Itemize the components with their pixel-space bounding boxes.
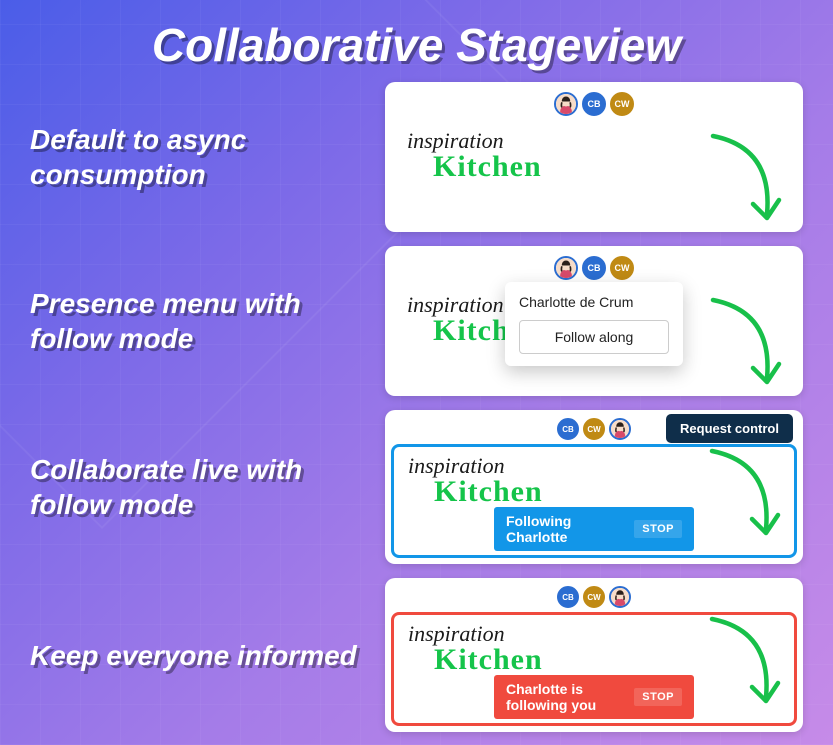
whiteboard-canvas[interactable]: inspiration Kitchen	[393, 122, 795, 222]
avatar-cw[interactable]: CW	[610, 256, 634, 280]
row-2-label: Presence menu with follow mode	[30, 246, 385, 396]
row-3-label: Collaborate live with follow mode	[30, 410, 385, 564]
row-1-label: Default to async consumption	[30, 82, 385, 232]
avatar-cb[interactable]: CB	[582, 92, 606, 116]
stop-followed-button[interactable]: STOP	[634, 688, 682, 706]
avatar-photo[interactable]	[554, 256, 578, 280]
followed-status-pill: Charlotte is following you STOP	[494, 675, 694, 719]
stop-following-button[interactable]: STOP	[634, 520, 682, 538]
presence-avatars: CB CW	[391, 584, 797, 612]
follow-along-button[interactable]: Follow along	[519, 320, 669, 354]
avatar-cw[interactable]: CW	[583, 586, 605, 608]
presence-avatars: CB CW Request control	[391, 416, 797, 444]
follow-frame: inspiration Kitchen Following Charlotte …	[391, 444, 797, 558]
popover-user-name: Charlotte de Crum	[519, 294, 669, 310]
stageview-card-presence: CB CW Charlotte de Crum Follow along ins…	[385, 246, 803, 396]
stageview-card-default: CB CW inspiration Kitchen	[385, 82, 803, 232]
following-status-pill: Following Charlotte STOP	[494, 507, 694, 551]
handwriting-word-2: Kitchen	[434, 475, 784, 509]
row-4-label: Keep everyone informed	[30, 578, 385, 732]
handwriting-word-2: Kitchen	[434, 643, 784, 677]
avatar-cw[interactable]: CW	[610, 92, 634, 116]
presence-popover: Charlotte de Crum Follow along	[505, 282, 683, 366]
avatar-cw[interactable]: CW	[583, 418, 605, 440]
stageview-card-follow: CB CW Request control inspiration Kitche…	[385, 410, 803, 564]
avatar-photo[interactable]	[609, 586, 631, 608]
avatar-cb[interactable]: CB	[582, 256, 606, 280]
avatar-photo[interactable]	[554, 92, 578, 116]
avatar-photo[interactable]	[609, 418, 631, 440]
presence-avatars: CB CW	[393, 90, 795, 122]
page-title: Collaborative Stageview	[0, 0, 833, 82]
followed-frame: inspiration Kitchen Charlotte is followi…	[391, 612, 797, 726]
avatar-cb[interactable]: CB	[557, 586, 579, 608]
avatar-cb[interactable]: CB	[557, 418, 579, 440]
request-control-button[interactable]: Request control	[666, 414, 793, 443]
followed-status-text: Charlotte is following you	[506, 681, 620, 713]
following-status-text: Following Charlotte	[506, 513, 620, 545]
stageview-card-informed: CB CW inspiration Kitchen Charlotte is f…	[385, 578, 803, 732]
handwriting-word-2: Kitchen	[433, 150, 781, 184]
